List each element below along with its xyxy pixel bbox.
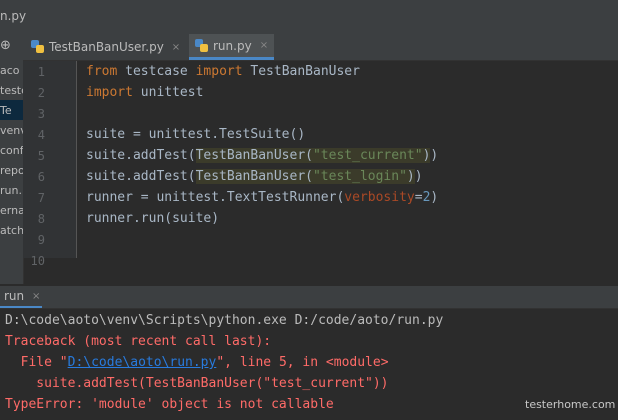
code-text: runner = unittest.TextTestRunner( bbox=[86, 190, 345, 205]
window-title: n.py bbox=[0, 9, 27, 23]
line-number: 5 bbox=[37, 149, 45, 163]
sidebar-item[interactable]: testc bbox=[0, 84, 23, 97]
watermark: testerhome.com bbox=[525, 398, 616, 411]
code-text: = bbox=[414, 190, 423, 205]
code-text: suite.addTest( bbox=[86, 148, 196, 163]
code-text: unittest bbox=[132, 85, 204, 100]
console-command: D:\code\aoto\venv\Scripts\python.exe D:/… bbox=[5, 313, 444, 328]
code-text: suite.addTest( bbox=[86, 169, 196, 184]
sidebar-item[interactable]: run.p bbox=[0, 184, 23, 197]
line-number: 8 bbox=[37, 212, 45, 226]
code-line-1: from testcase import TestBanBanUser bbox=[86, 64, 360, 79]
code-text: File " bbox=[5, 355, 68, 370]
code-editor[interactable]: from testcase import TestBanBanUser impo… bbox=[77, 61, 618, 258]
keyword: import bbox=[195, 64, 243, 79]
tab-run[interactable]: run.py × bbox=[189, 34, 275, 60]
code-line-4: suite = unittest.TestSuite() bbox=[86, 127, 306, 142]
tab-testbanbanuser[interactable]: TestBanBanUser.py × bbox=[31, 34, 180, 60]
gear-icon[interactable]: ⊕ bbox=[0, 38, 11, 53]
sidebar-item[interactable]: aco D: bbox=[0, 64, 23, 77]
code-line-5: suite.addTest(TestBanBanUser("test_curre… bbox=[86, 148, 438, 163]
close-icon[interactable]: × bbox=[32, 291, 40, 302]
string-literal: "test_current" bbox=[312, 148, 423, 163]
line-number: 7 bbox=[37, 191, 45, 205]
code-text: TestBanBanUser bbox=[242, 64, 360, 79]
call-highlight: TestBanBanUser("test_current") bbox=[195, 148, 431, 163]
code-text: testcase bbox=[117, 64, 196, 79]
active-tab-underline bbox=[0, 306, 42, 308]
line-number: 9 bbox=[37, 233, 45, 247]
editor-tab-bar: TestBanBanUser.py × run.py × bbox=[23, 34, 618, 61]
console-code-line: suite.addTest(TestBanBanUser("test_curre… bbox=[5, 376, 389, 391]
line-number: 10 bbox=[30, 254, 45, 268]
sidebar-item[interactable]: Te bbox=[0, 104, 12, 117]
close-icon[interactable]: × bbox=[260, 40, 268, 51]
line-number-gutter: 1 2 3 4 5 6 7 8 9 10 bbox=[23, 61, 77, 268]
code-text: ) bbox=[414, 169, 423, 184]
line-number: 1 bbox=[37, 65, 45, 79]
project-sidebar: ⊕ aco D: testc Te venv confi repo run.p … bbox=[0, 34, 24, 284]
code-text: ) bbox=[430, 148, 439, 163]
code-line-2: import unittest bbox=[86, 85, 203, 100]
line-number: 3 bbox=[37, 107, 45, 121]
python-file-icon bbox=[31, 40, 45, 54]
run-panel-header: run × bbox=[0, 286, 618, 309]
console-traceback: Traceback (most recent call last): bbox=[5, 334, 272, 349]
console-error: TypeError: 'module' object is not callab… bbox=[5, 397, 334, 412]
keyword: from bbox=[86, 64, 118, 79]
code-line-7: runner = unittest.TextTestRunner(verbosi… bbox=[86, 190, 438, 205]
run-tab-label[interactable]: run bbox=[4, 289, 24, 303]
code-line-6: suite.addTest(TestBanBanUser("test_login… bbox=[86, 169, 423, 184]
title-bar: n.py bbox=[0, 0, 618, 35]
call-highlight: TestBanBanUser("test_login") bbox=[195, 169, 415, 184]
python-file-icon bbox=[195, 38, 209, 53]
sidebar-item[interactable]: atche bbox=[0, 224, 23, 237]
sidebar-item[interactable]: confi bbox=[0, 144, 23, 157]
sidebar-item[interactable]: ernal bbox=[0, 204, 23, 217]
console-file-line: File "D:\code\aoto\run.py", line 5, in <… bbox=[5, 355, 389, 370]
sidebar-item[interactable]: venv bbox=[0, 124, 23, 137]
keyword: import bbox=[86, 85, 133, 100]
keyword-argument: verbosity bbox=[344, 190, 415, 205]
line-number: 4 bbox=[37, 128, 45, 142]
line-number: 2 bbox=[37, 86, 45, 100]
tab-label: TestBanBanUser.py bbox=[49, 40, 164, 54]
tab-label: run.py bbox=[213, 38, 252, 53]
string-literal: "test_login" bbox=[312, 169, 407, 184]
code-text: ) bbox=[430, 190, 439, 205]
code-text: ", line 5, in <module> bbox=[216, 355, 389, 370]
close-icon[interactable]: × bbox=[172, 42, 180, 53]
code-text: ) bbox=[406, 169, 415, 184]
code-text: TestBanBanUser( bbox=[195, 169, 313, 184]
line-number: 6 bbox=[37, 170, 45, 184]
file-link[interactable]: D:\code\aoto\run.py bbox=[68, 355, 217, 370]
sidebar-item[interactable]: repo bbox=[0, 164, 23, 177]
code-text: TestBanBanUser( bbox=[195, 148, 313, 163]
code-line-8: runner.run(suite) bbox=[86, 211, 220, 226]
